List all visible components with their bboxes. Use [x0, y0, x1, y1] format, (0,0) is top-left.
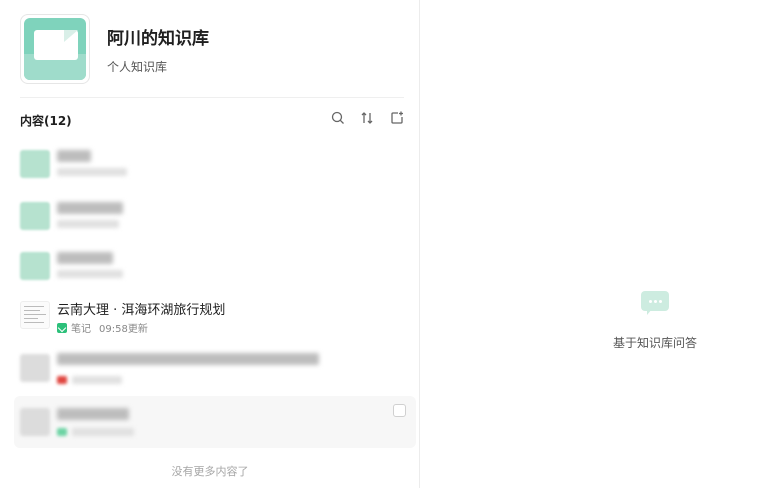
item-updated-time: 09:58更新: [99, 324, 148, 335]
item-type: 笔记: [71, 324, 91, 335]
list-item[interactable]: [14, 340, 416, 390]
knowledge-base-cover[interactable]: [20, 14, 90, 84]
knowledge-base-subtitle: 个人知识库: [107, 60, 168, 74]
item-thumbnail: [20, 252, 50, 280]
item-type-icon: [57, 376, 67, 384]
sort-icon[interactable]: [359, 110, 375, 126]
list-item[interactable]: [14, 190, 416, 240]
left-pane: 阿川的知识库 个人知识库 内容(12) 云南大理 · 洱海环湖旅行规划 笔记 0…: [0, 0, 420, 488]
header-divider: [20, 97, 404, 98]
list-item[interactable]: [14, 396, 416, 448]
item-thumbnail: [20, 150, 50, 178]
list-item[interactable]: [14, 240, 416, 290]
no-more-content: 没有更多内容了: [171, 465, 249, 478]
item-meta-redacted: [57, 270, 123, 278]
list-item[interactable]: [14, 140, 416, 190]
item-thumbnail: [20, 408, 50, 436]
item-thumbnail: [20, 202, 50, 230]
qa-pane: 基于知识库问答: [420, 0, 770, 488]
item-thumbnail: [20, 301, 50, 329]
item-meta-redacted: [57, 220, 119, 228]
item-title: 云南大理 · 洱海环湖旅行规划: [57, 303, 226, 318]
item-title-redacted: [57, 408, 129, 420]
item-thumbnail: [20, 354, 50, 382]
add-note-icon[interactable]: [389, 110, 405, 126]
item-title-redacted: [57, 252, 113, 264]
item-meta-redacted: [72, 428, 134, 436]
item-title-redacted: [57, 202, 123, 214]
item-title-redacted: [57, 353, 319, 365]
item-checkbox[interactable]: [393, 404, 406, 417]
content-count-title: 内容(12): [20, 114, 72, 128]
qa-label: 基于知识库问答: [612, 336, 697, 350]
chat-bubble-icon: [641, 291, 669, 315]
item-meta: 笔记 09:58更新: [57, 320, 148, 335]
item-type-icon: [57, 428, 67, 436]
note-icon: [57, 322, 67, 333]
document-cover-icon: [24, 18, 86, 80]
item-meta-redacted: [72, 376, 122, 384]
item-title-redacted: [57, 150, 91, 162]
list-item[interactable]: 云南大理 · 洱海环湖旅行规划 笔记 09:58更新: [14, 290, 416, 340]
knowledge-base-title: 阿川的知识库: [107, 29, 209, 49]
item-meta-redacted: [57, 168, 127, 176]
search-icon[interactable]: [330, 110, 346, 126]
